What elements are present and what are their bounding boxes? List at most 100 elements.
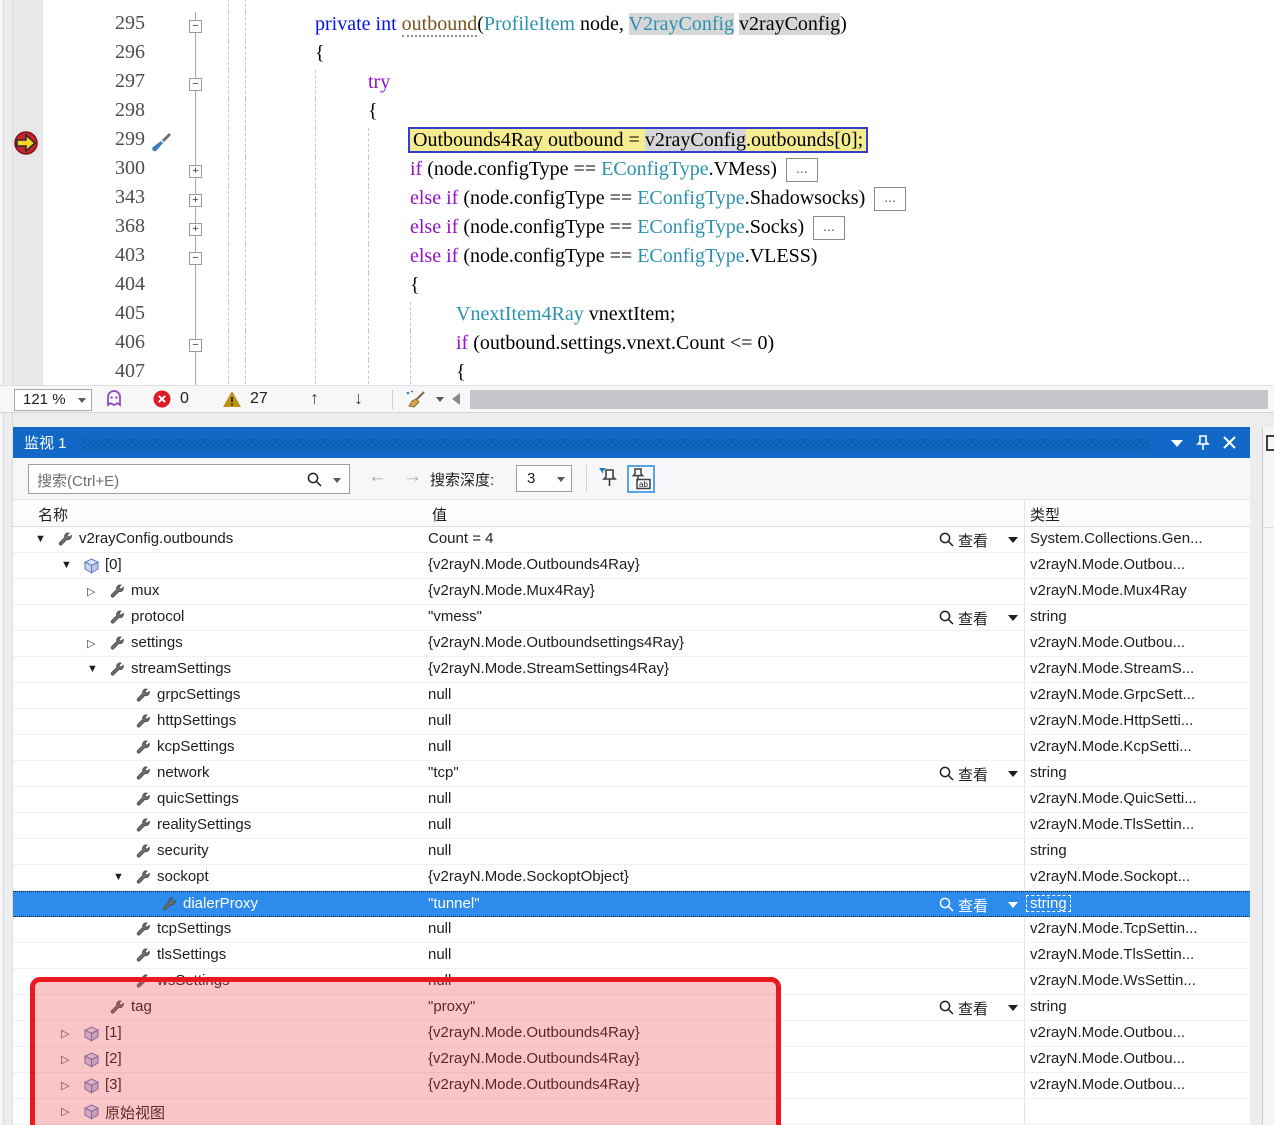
code-line-404[interactable]: 404{ [13,273,1274,302]
watch-name[interactable]: dialerProxy [183,895,258,912]
watch-value[interactable]: null [428,790,451,807]
watch-row-protocol[interactable]: protocol"vmess"查看string [13,605,1250,631]
watch-name[interactable]: sockopt [157,868,209,885]
view-value-button[interactable]: 查看 [938,996,1022,1020]
expand-arrow-icon[interactable]: ▷ [61,1105,69,1118]
watch-value[interactable]: null [428,842,451,859]
tracepoint-screwdriver-icon[interactable] [149,131,173,155]
watch-name[interactable]: grpcSettings [157,686,240,703]
collapsed-region-box[interactable]: ... [813,216,845,240]
code-line-297[interactable]: 297−try [13,70,1274,99]
fold-collapse-icon[interactable]: − [189,78,202,91]
code-line-294[interactable]: 294 [13,0,1274,12]
expand-arrow-icon[interactable]: ▷ [61,1079,69,1092]
watch-value[interactable]: {v2rayN.Mode.Mux4Ray} [428,582,595,599]
cleanup-chevron[interactable] [430,389,446,411]
watch-value[interactable]: {v2rayN.Mode.SockoptObject} [428,868,629,885]
watch-row-v2rayConfig.outbounds[interactable]: ▼v2rayConfig.outboundsCount = 4查看System.… [13,527,1250,553]
watch-value[interactable]: null [428,946,451,963]
window-menu-chevron-icon[interactable] [1164,427,1190,458]
collapsed-region-box[interactable]: ... [786,158,818,182]
code-line-403[interactable]: 403−else if (node.configType == EConfigT… [13,244,1274,273]
watch-name[interactable]: [2] [105,1050,122,1067]
watch-name[interactable]: tlsSettings [157,946,226,963]
collapse-arrow-icon[interactable]: ▼ [113,871,124,883]
watch-row-dialerProxy[interactable]: dialerProxy"tunnel"查看string [13,891,1250,917]
watch-value[interactable]: null [428,738,451,755]
watch-row-quicSettings[interactable]: quicSettingsnullv2rayN.Mode.QuicSetti... [13,787,1250,813]
watch-value[interactable]: "tcp" [428,764,459,781]
watch-value[interactable]: null [428,712,451,729]
watch-value[interactable]: "proxy" [428,998,475,1015]
watch-name[interactable]: realitySettings [157,816,251,833]
chevron-down-icon[interactable] [333,478,341,483]
watch-name[interactable]: network [157,764,210,781]
watch-row-[1][interactable]: ▷[1]{v2rayN.Mode.Outbounds4Ray}v2rayN.Mo… [13,1021,1250,1047]
watch-row-[0][interactable]: ▼[0]{v2rayN.Mode.Outbounds4Ray}v2rayN.Mo… [13,553,1250,579]
watch-row-[3][interactable]: ▷[3]{v2rayN.Mode.Outbounds4Ray}v2rayN.Mo… [13,1073,1250,1099]
column-header-value[interactable]: 值 [432,504,447,525]
watch-name[interactable]: kcpSettings [157,738,235,755]
watch-value[interactable]: {v2rayN.Mode.Outbounds4Ray} [428,1050,640,1067]
watch-name[interactable]: tcpSettings [157,920,231,937]
code-line-298[interactable]: 298{ [13,99,1274,128]
expand-arrow-icon[interactable]: ▷ [87,637,95,650]
watch-value[interactable]: {v2rayN.Mode.Outbounds4Ray} [428,556,640,573]
code-line-368[interactable]: 368+else if (node.configType == EConfigT… [13,215,1274,244]
view-value-button[interactable]: 查看 [938,528,1022,552]
search-icon[interactable] [306,471,323,488]
watch-name[interactable]: [3] [105,1076,122,1093]
watch-value[interactable]: null [428,686,451,703]
expand-arrow-icon[interactable]: ▷ [61,1027,69,1040]
watch-value[interactable]: null [428,972,451,989]
watch-row-tcpSettings[interactable]: tcpSettingsnullv2rayN.Mode.TcpSettin... [13,917,1250,943]
watch-name[interactable]: streamSettings [131,660,231,677]
watch-value[interactable]: Count = 4 [428,530,493,547]
watch-row-grpcSettings[interactable]: grpcSettingsnullv2rayN.Mode.GrpcSett... [13,683,1250,709]
fold-collapse-icon[interactable]: − [189,339,202,352]
fold-expand-icon[interactable]: + [189,223,202,236]
prev-issue-icon[interactable]: ↑ [310,388,319,409]
watch-row-tag[interactable]: tag"proxy"查看string [13,995,1250,1021]
filter-pin-icon[interactable] [596,465,624,493]
search-input[interactable]: 搜索(Ctrl+E) [28,464,350,494]
watch-name[interactable]: security [157,842,209,859]
watch-name[interactable]: v2rayConfig.outbounds [79,530,233,547]
watch-name[interactable]: settings [131,634,183,651]
watch-value[interactable]: {v2rayN.Mode.Outbounds4Ray} [428,1024,640,1041]
expand-arrow-icon[interactable]: ▷ [61,1053,69,1066]
close-icon[interactable] [1216,427,1242,458]
errors-count[interactable]: 0 [180,390,189,408]
fold-collapse-icon[interactable]: − [189,20,202,33]
collapsed-region-box[interactable]: ... [874,187,906,211]
watch-name[interactable]: tag [131,998,152,1015]
collapse-arrow-icon[interactable]: ▼ [87,663,98,675]
code-health-icon[interactable] [104,389,124,409]
search-depth-combo[interactable]: 3 [516,465,572,492]
view-value-button[interactable]: 查看 [938,606,1022,630]
fold-expand-icon[interactable]: + [189,165,202,178]
watch-row-realitySettings[interactable]: realitySettingsnullv2rayN.Mode.TlsSettin… [13,813,1250,839]
next-issue-icon[interactable]: ↓ [354,388,363,409]
code-line-296[interactable]: 296{ [13,41,1274,70]
zoom-selector[interactable]: 121 % [14,389,92,411]
pin-names-icon[interactable]: ab [627,465,655,493]
search-back-icon[interactable]: ← [368,466,387,488]
watch-row-tlsSettings[interactable]: tlsSettingsnullv2rayN.Mode.TlsSettin... [13,943,1250,969]
watch-value[interactable]: "tunnel" [428,895,480,912]
watch-row-[2][interactable]: ▷[2]{v2rayN.Mode.Outbounds4Ray}v2rayN.Mo… [13,1047,1250,1073]
code-line-405[interactable]: 405VnextItem4Ray vnextItem; [13,302,1274,331]
view-value-button[interactable]: 查看 [938,893,1022,917]
watch-value[interactable]: {v2rayN.Mode.Outboundsettings4Ray} [428,634,684,651]
watch-value[interactable]: "vmess" [428,608,482,625]
pin-window-icon[interactable] [1190,427,1216,458]
view-value-button[interactable]: 查看 [938,762,1022,786]
watch-name[interactable]: wsSettings [157,972,230,989]
collapse-arrow-icon[interactable]: ▼ [35,533,46,545]
watch-value[interactable]: {v2rayN.Mode.Outbounds4Ray} [428,1076,640,1093]
fold-collapse-icon[interactable]: − [189,252,202,265]
watch-name[interactable]: [1] [105,1024,122,1041]
watch-value[interactable]: null [428,816,451,833]
warnings-count[interactable]: 27 [250,390,268,408]
watch-row-mux[interactable]: ▷mux{v2rayN.Mode.Mux4Ray}v2rayN.Mode.Mux… [13,579,1250,605]
